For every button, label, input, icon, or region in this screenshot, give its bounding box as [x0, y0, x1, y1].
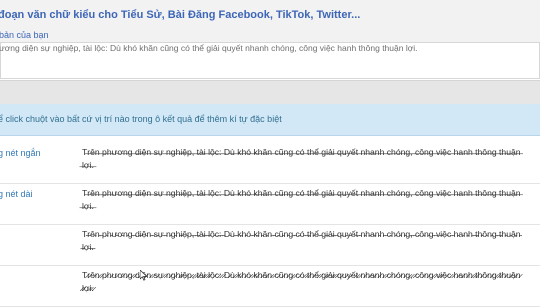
result-text[interactable]: T̷r̷ê̷n̷ ̷p̷h̷ư̷ơ̷n̷g̷ ̷d̷i̷ệ̷n̷ ̷s̷ự̷ ̷…	[82, 269, 532, 295]
input-label: bản của bạn	[0, 30, 49, 40]
result-text[interactable]: T̶r̶ê̶n̶ ̶p̶h̶ư̶ơ̶n̶g̶ ̶d̶i̶ệ̶n̶ ̶s̶ự̶ ̶…	[82, 146, 532, 172]
result-style-label: g nét ngắn	[0, 148, 41, 158]
mouse-pointer-icon	[140, 270, 148, 281]
result-row[interactable]: T̴r̴ê̴n̴ ̴p̴h̴ư̴ơ̴n̴g̴ ̴d̴i̴ệ̴n̴ ̴s̴ự̴ ̴…	[0, 225, 540, 266]
info-alert-text: ể click chuột vào bất cứ vị trí nào tron…	[0, 114, 282, 124]
result-row[interactable]: T̷r̷ê̷n̷ ̷p̷h̷ư̷ơ̷n̷g̷ ̷d̷i̷ệ̷n̷ ̷s̷ự̷ ̷…	[0, 266, 540, 307]
result-style-label: g nét dài	[0, 189, 33, 199]
source-text-input[interactable]: ương diện sự nghiệp, tài lộc: Dù khó khă…	[0, 42, 540, 79]
info-alert: ể click chuột vào bất cứ vị trí nào tron…	[0, 104, 540, 136]
result-row[interactable]: g nét dài T̶r̶ê̶n̶ ̶p̶h̶ư̶ơ̶n̶g̶ ̶d̶i̶ệ̶…	[0, 184, 540, 225]
result-row[interactable]: g nét ngắn T̶r̶ê̶n̶ ̶p̶h̶ư̶ơ̶n̶g̶ ̶d̶i̶ệ…	[0, 143, 540, 184]
section-divider	[0, 80, 540, 105]
result-text[interactable]: T̶r̶ê̶n̶ ̶p̶h̶ư̶ơ̶n̶g̶ ̶d̶i̶ệ̶n̶ ̶s̶ự̶ ̶…	[82, 187, 532, 213]
source-text-value[interactable]: ương diện sự nghiệp, tài lộc: Dù khó khă…	[0, 43, 418, 53]
result-text[interactable]: T̴r̴ê̴n̴ ̴p̴h̴ư̴ơ̴n̴g̴ ̴d̴i̴ệ̴n̴ ̴s̴ự̴ ̴…	[82, 228, 532, 254]
page-title: đoạn văn chữ kiểu cho Tiểu Sử, Bài Đăng …	[0, 9, 361, 21]
